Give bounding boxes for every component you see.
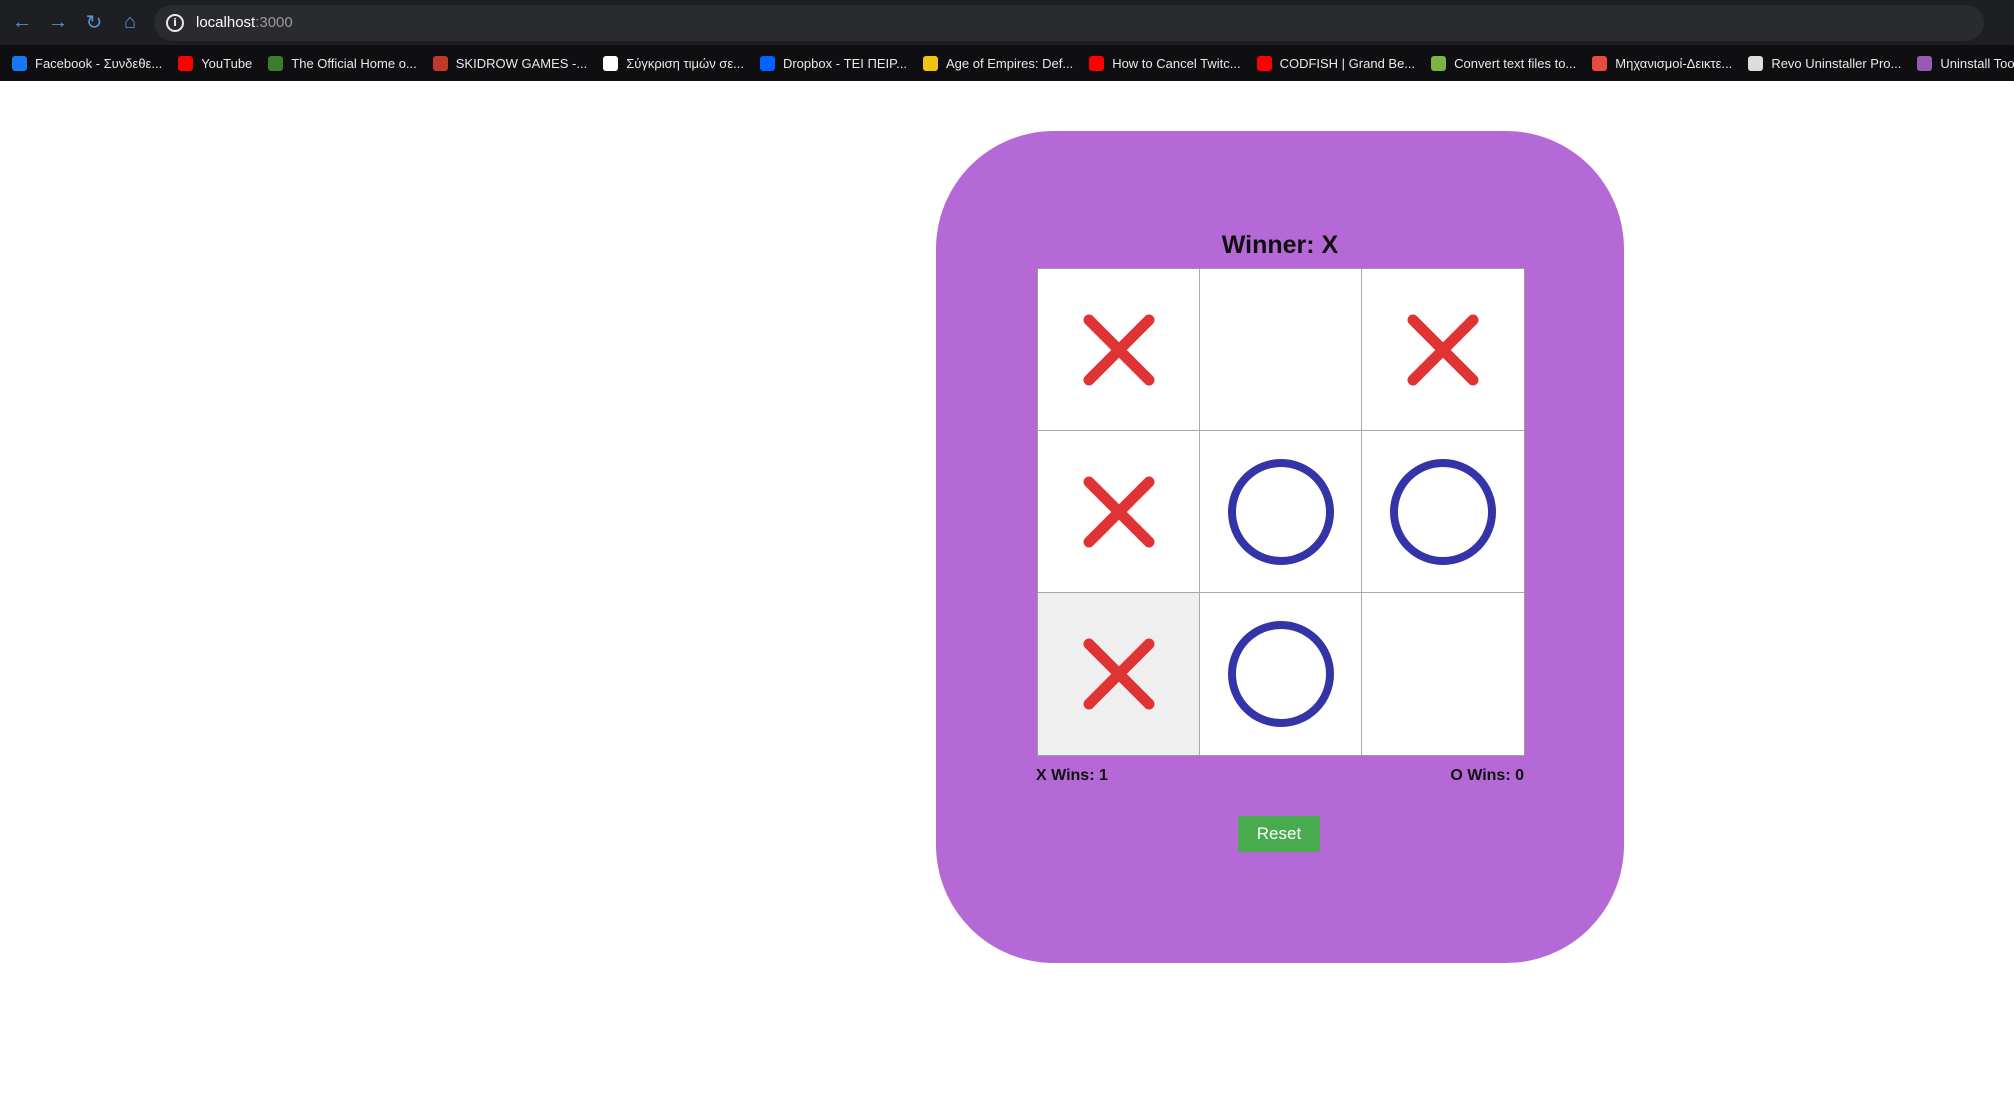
bookmark-label: Age of Empires: Def... [946,55,1074,71]
bookmark-item[interactable]: How to Cancel Twitc... [1089,55,1241,71]
skull-icon [432,55,448,71]
bookmark-item[interactable]: Age of Empires: Def... [923,55,1074,71]
url-text[interactable]: localhost:3000 [196,14,293,31]
back-arrow-icon[interactable]: ← [4,5,40,41]
bookmark-item[interactable]: Convert text files to... [1431,55,1577,71]
board-cell[interactable] [1362,269,1524,431]
bookmark-label: SKIDROW GAMES -... [455,55,588,71]
bookmark-label: YouTube [201,55,253,71]
bookmark-item[interactable]: The Official Home o... [268,55,417,71]
x-mark-icon [1083,638,1154,710]
address-bar[interactable]: i localhost:3000 [154,4,1984,41]
bookmark-label: Μηχανισμοί-Δεικτε... [1615,55,1733,71]
bookmark-item[interactable]: Revo Uninstaller Pro... [1748,55,1902,71]
game-card: Winner: X X Wins: 1 O Wins: 0 Reset [936,131,1624,963]
o-mark-icon [1227,621,1334,727]
reset-button[interactable]: Reset [1238,816,1320,852]
bookmark-item[interactable]: Uninstall Tool 3.5.6.... [1917,55,2014,71]
bookmark-label: The Official Home o... [291,55,417,71]
o-mark-icon [1390,458,1496,565]
o-wins-counter: O Wins: 0 [1450,767,1524,784]
board-cell[interactable] [1362,431,1524,593]
browser-toolbar: ← → ↻ ⌂ i localhost:3000 [0,0,2014,45]
board-cell[interactable] [1200,593,1362,755]
youtube-icon [178,55,194,71]
bookmark-item[interactable]: Σύγκριση τιμών σε... [603,55,744,71]
board-cell[interactable] [1362,593,1524,755]
board-cell[interactable] [1038,593,1200,755]
bookmark-item[interactable]: SKIDROW GAMES -... [432,55,588,71]
compare-icon [603,55,619,71]
x-mark-icon [1083,314,1154,385]
x-wins-counter: X Wins: 1 [1036,767,1108,784]
board-cell[interactable] [1038,431,1200,593]
site-icon [268,55,284,71]
site-info-icon[interactable]: i [166,13,184,32]
reload-icon[interactable]: ↻ [76,5,112,41]
bookmark-label: Σύγκριση τιμών σε... [626,55,744,71]
bookmark-label: How to Cancel Twitc... [1112,55,1241,71]
bookmark-label: Uninstall Tool 3.5.6.... [1940,55,2014,71]
forward-arrow-icon[interactable]: → [40,5,76,41]
site-icon [1592,55,1608,71]
youtube-icon [1089,55,1105,71]
aoe-icon [923,55,939,71]
bookmark-label: Convert text files to... [1454,55,1577,71]
bookmark-label: Facebook - Συνδεθε... [35,55,163,71]
dropbox-icon [759,55,775,71]
board-cell[interactable] [1200,269,1362,431]
bookmark-label: CODFISH | Grand Be... [1279,55,1416,71]
st-icon [1431,55,1447,71]
o-mark-icon [1227,458,1334,565]
bookmark-item[interactable]: YouTube [178,55,253,71]
bookmark-item[interactable]: Μηχανισμοί-Δεικτε... [1592,55,1733,71]
home-icon[interactable]: ⌂ [112,5,148,41]
url-host: localhost [196,14,256,31]
game-status: Winner: X [1221,231,1339,259]
bookmark-label: Dropbox - ΤΕΙ ΠΕΙΡ... [782,55,908,71]
bookmark-label: Revo Uninstaller Pro... [1771,55,1902,71]
bookmark-item[interactable]: Dropbox - ΤΕΙ ΠΕΙΡ... [759,55,908,71]
bookmark-item[interactable]: CODFISH | Grand Be... [1256,55,1416,71]
board-cell[interactable] [1200,431,1362,593]
youtube-icon [1256,55,1272,71]
url-port: :3000 [255,14,293,31]
board-cell[interactable] [1038,269,1200,431]
game-board [1037,268,1525,756]
x-mark-icon [1083,476,1154,547]
x-mark-icon [1407,314,1479,385]
facebook-icon [12,55,27,71]
uninstall-icon [1917,55,1933,71]
bookmark-item[interactable]: Facebook - Συνδεθε... [12,55,163,71]
bookmarks-bar: Facebook - Συνδεθε... YouTube The Official… [0,45,2014,81]
revo-icon [1748,55,1764,71]
